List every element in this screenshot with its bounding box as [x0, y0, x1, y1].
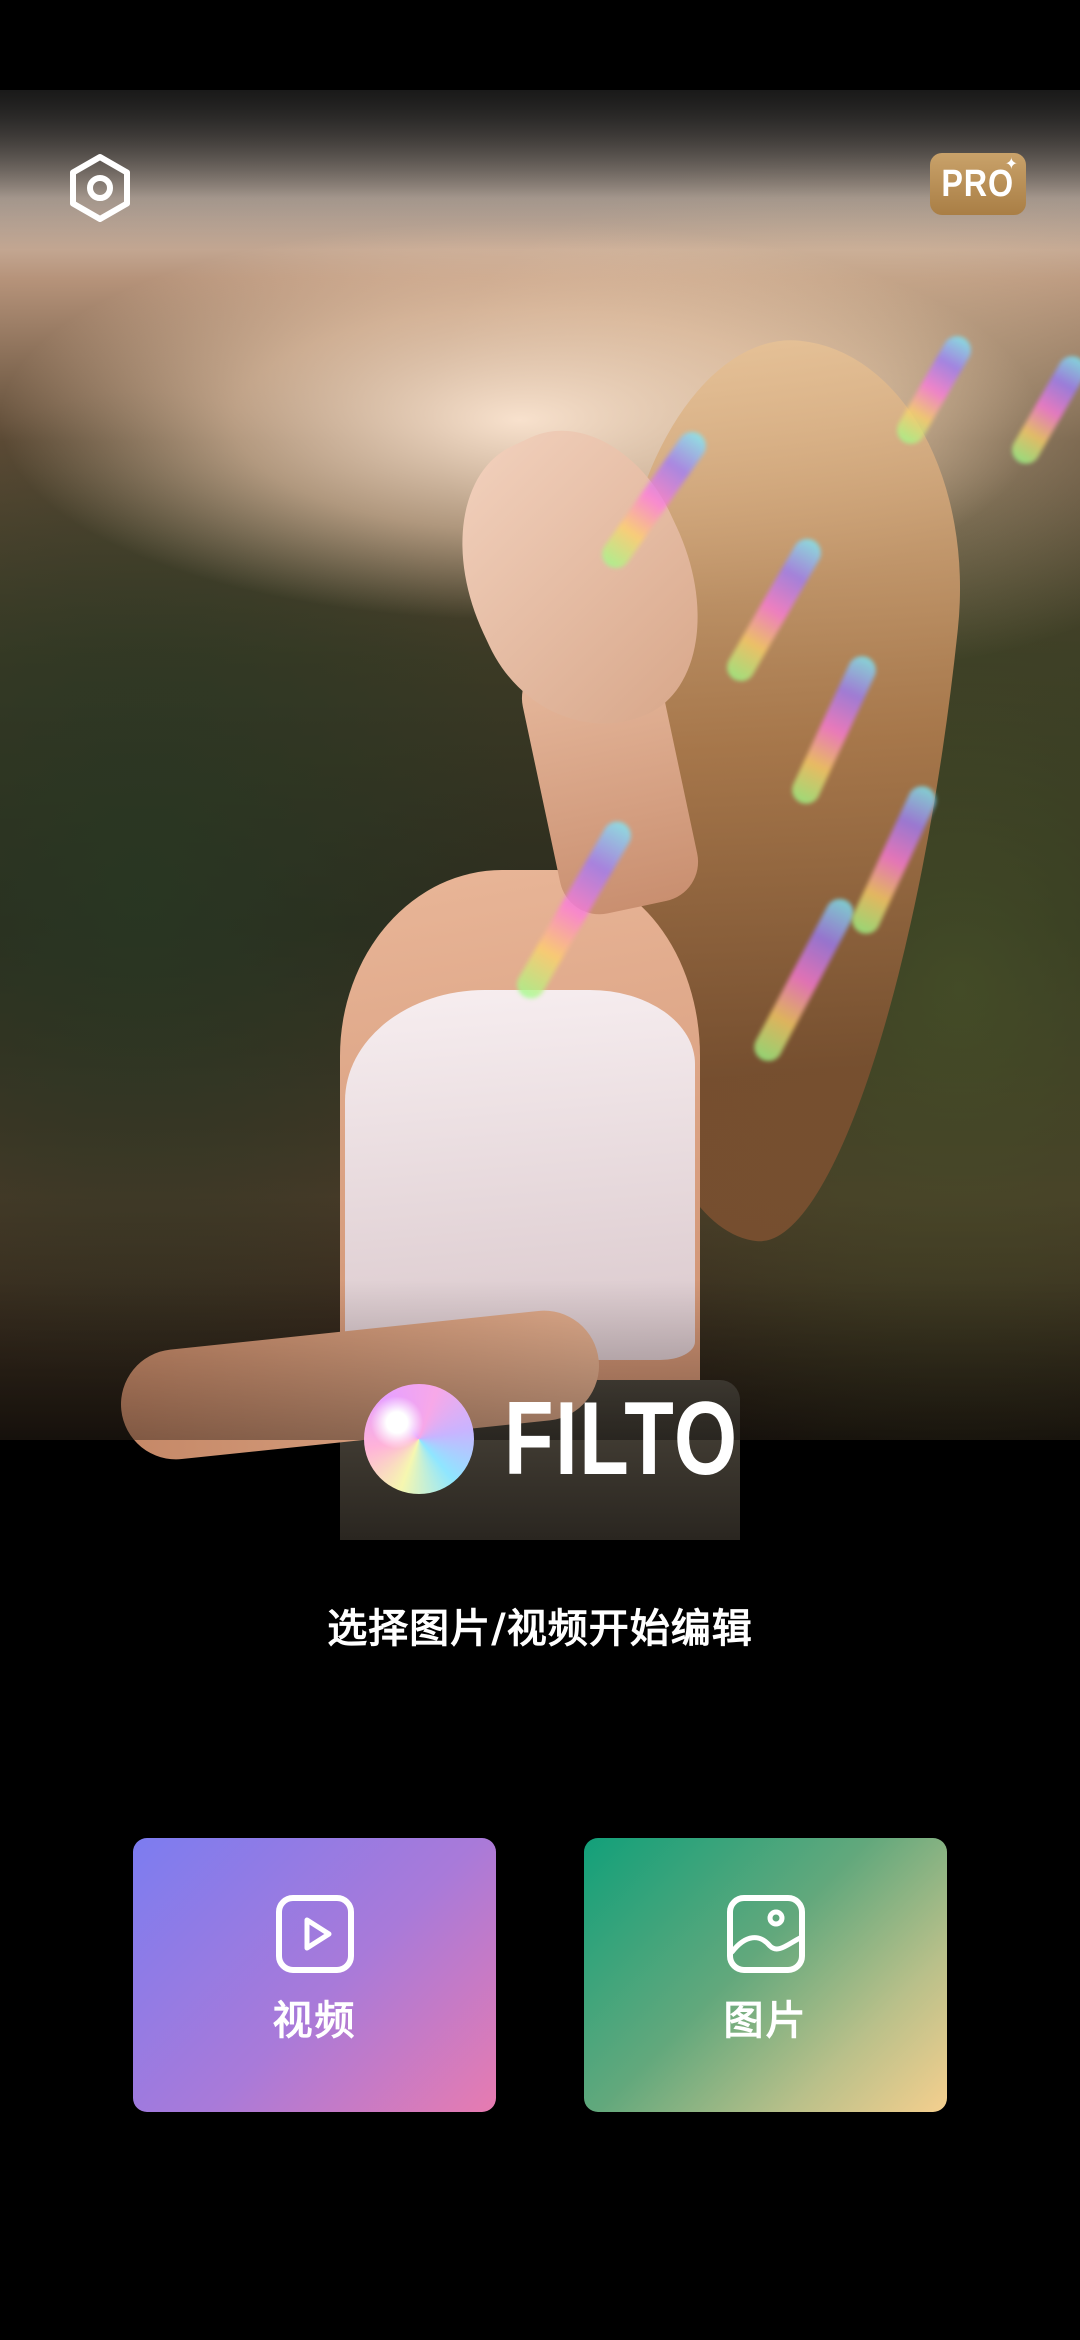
photo-button-label: 图片	[723, 1998, 808, 2044]
hero-photo	[0, 90, 1080, 1540]
photo-button[interactable]: 图片	[584, 1838, 947, 2112]
video-button-label: 视频	[272, 1998, 357, 2044]
subtitle: 选择图片/视频开始编辑	[327, 1606, 753, 1652]
prism-light	[891, 331, 977, 449]
hero-top-fade	[0, 90, 1080, 250]
settings-icon	[70, 154, 130, 222]
video-button[interactable]: 视频	[133, 1838, 496, 2112]
home-screen: PRO ✦ FILTO 选择图片/视频开始编辑 视频 图片	[0, 0, 1080, 2340]
app-name: FILTO	[504, 1381, 739, 1497]
settings-button[interactable]	[62, 150, 138, 226]
prism-light	[1006, 351, 1080, 469]
pro-badge-label: PRO	[941, 162, 1015, 205]
pro-upgrade-button[interactable]: PRO ✦	[930, 153, 1026, 215]
image-icon	[726, 1895, 805, 1973]
play-icon	[275, 1895, 354, 1973]
app-logo: FILTO	[364, 1384, 805, 1494]
sparkle-icon: ✦	[1004, 154, 1018, 173]
logo-holographic-icon	[364, 1384, 474, 1494]
